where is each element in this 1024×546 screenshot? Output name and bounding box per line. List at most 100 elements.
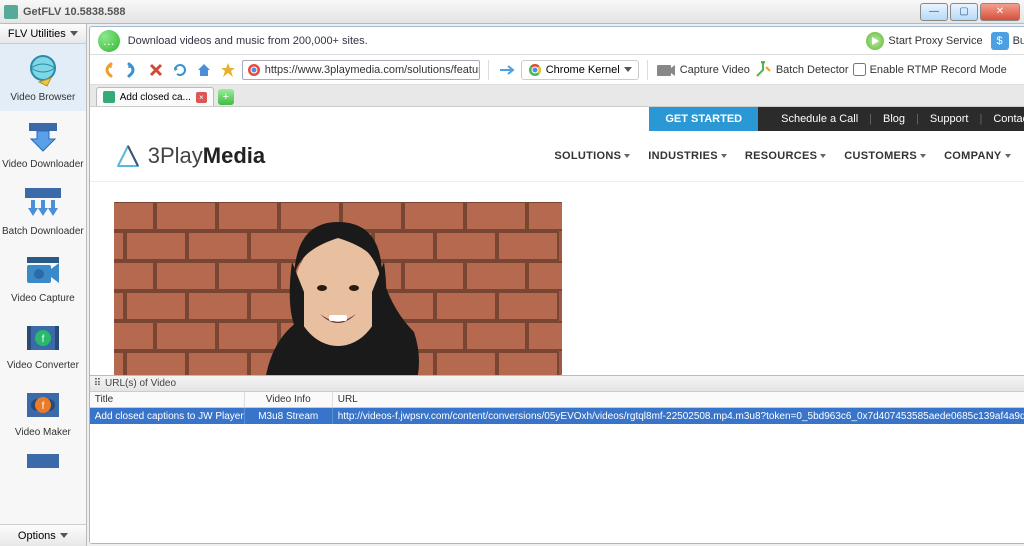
back-button[interactable] (98, 60, 118, 80)
home-button[interactable] (194, 60, 214, 80)
tab-close-button[interactable]: × (196, 92, 207, 103)
sidebar-item-label: Video Downloader (2, 159, 84, 170)
film-strip-icon (23, 454, 63, 468)
film-convert-icon: f (23, 320, 63, 356)
nav-industries[interactable]: INDUSTRIES (648, 150, 727, 162)
chevron-down-icon (920, 154, 926, 158)
window-minimize-button[interactable]: — (920, 3, 948, 21)
nav-solutions[interactable]: SOLUTIONS (554, 150, 630, 162)
window-maximize-button[interactable]: ▢ (950, 3, 978, 21)
get-started-button[interactable]: GET STARTED (649, 107, 758, 131)
batch-download-icon (23, 186, 63, 222)
sidebar-footer-label: Options (18, 530, 56, 542)
window-close-button[interactable]: ✕ (980, 3, 1020, 21)
sidebar-item-batch-downloader[interactable]: Batch Downloader (0, 178, 86, 245)
chevron-down-icon (70, 31, 78, 36)
page-utility-nav: GET STARTED Schedule a Call| Blog| Suppo… (90, 107, 1024, 131)
nav-resources[interactable]: RESOURCES (745, 150, 826, 162)
rtmp-checkbox[interactable]: Enable RTMP Record Mode (853, 63, 1007, 76)
nav-customers[interactable]: CUSTOMERS (844, 150, 926, 162)
sidebar-item-video-capture[interactable]: Video Capture (0, 245, 86, 312)
browser-tab[interactable]: Add closed ca... × (96, 87, 214, 106)
window-titlebar: GetFLV 10.5838.588 — ▢ ✕ (0, 0, 1024, 24)
chevron-down-icon (721, 154, 727, 158)
favorite-button[interactable] (218, 60, 238, 80)
contact-link[interactable]: Contact Us (982, 113, 1024, 125)
chevron-down-icon (624, 67, 632, 72)
film-maker-icon: f (23, 387, 63, 423)
svg-text:f: f (41, 334, 44, 345)
sidebar-item-video-browser[interactable]: Video Browser (0, 44, 86, 111)
tab-title: Add closed ca... (120, 92, 191, 103)
nav-company[interactable]: COMPANY (944, 150, 1011, 162)
sidebar-header-dropdown[interactable]: FLV Utilities (0, 24, 86, 44)
schedule-call-link[interactable]: Schedule a Call (770, 113, 869, 125)
play-triangle-icon (114, 142, 142, 170)
globe-browser-icon (23, 52, 63, 88)
sidebar-item-label: Video Capture (2, 293, 84, 304)
detector-icon (754, 61, 772, 79)
start-proxy-label: Start Proxy Service (888, 35, 982, 47)
site-logo[interactable]: 3PlayMedia (114, 142, 265, 170)
sidebar-item-label: Video Maker (2, 427, 84, 438)
capture-video-button[interactable]: Capture Video (656, 62, 750, 78)
svg-text:f: f (41, 401, 44, 412)
support-link[interactable]: Support (919, 113, 980, 125)
address-bar[interactable]: https://www.3playmedia.com/solutions/fea… (242, 60, 480, 80)
chrome-icon (528, 63, 542, 77)
app-icon (4, 5, 18, 19)
chevron-down-icon (624, 154, 630, 158)
address-text: https://www.3playmedia.com/solutions/fea… (265, 64, 479, 76)
urls-panel-header: ⠿ URL(s) of Video (90, 376, 1024, 392)
info-toolbar: … Download videos and music from 200,000… (90, 27, 1024, 55)
batch-detector-button[interactable]: Batch Detector (754, 61, 849, 79)
sidebar: FLV Utilities Video Browser Video Downlo… (0, 24, 87, 546)
logo-text: 3PlayMedia (148, 143, 265, 169)
sidebar-item-video-maker[interactable]: f Video Maker (0, 379, 86, 446)
rtmp-checkbox-input[interactable] (853, 63, 866, 76)
row-info: M3u8 Stream (245, 408, 333, 424)
sidebar-item-more[interactable] (0, 446, 86, 468)
cart-icon: $ (991, 32, 1009, 50)
window-title: GetFLV 10.5838.588 (23, 6, 920, 18)
page-header: 3PlayMedia SOLUTIONS INDUSTRIES RESOURCE… (90, 131, 1024, 183)
sidebar-item-label: Video Converter (2, 360, 84, 371)
col-url[interactable]: URL (333, 392, 1024, 407)
chat-bubble-icon: … (98, 30, 120, 52)
new-tab-button[interactable]: + (218, 89, 234, 105)
urls-table-row[interactable]: Add closed captions to JW Player... M3u8… (90, 408, 1024, 424)
chevron-down-icon (1005, 154, 1011, 158)
col-info[interactable]: Video Info (245, 392, 333, 407)
content-area: … Download videos and music from 200,000… (89, 26, 1024, 544)
info-message: Download videos and music from 200,000+ … (128, 35, 368, 47)
urls-table-body: Add closed captions to JW Player... M3u8… (90, 408, 1024, 543)
go-button[interactable] (497, 60, 517, 80)
buy-now-button[interactable]: $ Buy Now (991, 32, 1024, 50)
sidebar-item-label: Batch Downloader (2, 226, 84, 237)
refresh-button[interactable] (170, 60, 190, 80)
camera-capture-icon (23, 253, 63, 289)
tab-favicon-icon (103, 91, 115, 103)
col-title[interactable]: Title (90, 392, 245, 407)
browser-toolbar: https://www.3playmedia.com/solutions/fea… (90, 55, 1024, 85)
blog-link[interactable]: Blog (872, 113, 916, 125)
kernel-dropdown[interactable]: Chrome Kernel (521, 60, 639, 80)
kernel-label: Chrome Kernel (546, 64, 620, 76)
rtmp-label: Enable RTMP Record Mode (870, 64, 1007, 76)
stop-button[interactable] (146, 60, 166, 80)
urls-panel: ⠿ URL(s) of Video Title Video Info URL A… (90, 375, 1024, 543)
row-title: Add closed captions to JW Player... (90, 408, 245, 424)
chrome-favicon-icon (246, 62, 262, 78)
sidebar-item-video-converter[interactable]: f Video Converter (0, 312, 86, 379)
download-arrow-icon (23, 119, 63, 155)
sidebar-options-button[interactable]: Options (0, 524, 86, 546)
batch-label: Batch Detector (776, 64, 849, 76)
sidebar-item-video-downloader[interactable]: Video Downloader (0, 111, 86, 178)
row-url: http://videos-f.jwpsrv.com/content/conve… (333, 408, 1024, 424)
chevron-down-icon (60, 533, 68, 538)
forward-button[interactable] (122, 60, 142, 80)
browser-tabs: Add closed ca... × + (90, 85, 1024, 107)
chevron-down-icon (820, 154, 826, 158)
start-proxy-button[interactable]: Start Proxy Service (866, 32, 982, 50)
video-thumbnail[interactable] (114, 202, 562, 375)
